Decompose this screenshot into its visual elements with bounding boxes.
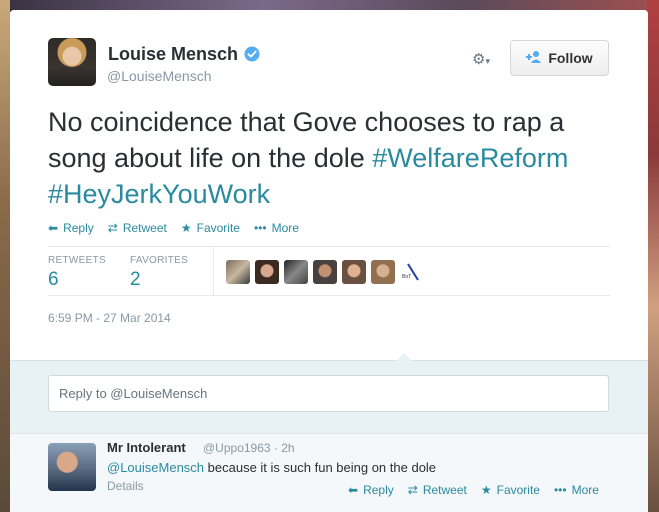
favorite-button[interactable]: ★ Favorite (481, 483, 540, 497)
more-icon: ••• (553, 483, 567, 497)
reply-input[interactable]: Reply to @LouiseMensch (48, 375, 609, 412)
author-handle[interactable]: @LouiseMensch (107, 68, 212, 84)
hashtag-link[interactable]: #HeyJerkYouWork (48, 179, 270, 209)
tweet-text: No coincidence that Gove chooses to rap … (48, 104, 618, 212)
background-photo-left (0, 0, 10, 512)
reply-box-area: Reply to @LouiseMensch (10, 353, 648, 433)
chevron-down-icon: ▾ (485, 56, 490, 66)
favorite-button[interactable]: ★ Favorite (181, 221, 240, 235)
reply-tweet: Mr Intolerant @Uppo1963 · 2h @LouiseMens… (10, 433, 648, 512)
details-link[interactable]: Details (107, 479, 144, 493)
reply-body: because it is such fun being on the dole (207, 460, 437, 475)
more-icon: ••• (253, 221, 267, 235)
tweet-timestamp[interactable]: 6:59 PM - 27 Mar 2014 (48, 311, 171, 325)
reply-author-name[interactable]: Mr Intolerant (107, 440, 186, 455)
reply-notch (396, 353, 412, 361)
tweet-main: Louise Mensch @LouiseMensch ⚙▾ Follow No… (10, 10, 648, 368)
reply-author-avatar[interactable] (48, 443, 96, 491)
user-avatar[interactable] (313, 260, 337, 284)
user-avatar[interactable] (342, 260, 366, 284)
reply-icon: ⬅ (48, 221, 59, 235)
retweet-button[interactable]: ⇄ Retweet (108, 221, 167, 235)
tweet-stats: RETWEETS 6 FAVORITES 2 BoT (48, 246, 610, 296)
reply-author-handle[interactable]: @Uppo1963 · 2h (203, 441, 295, 455)
more-button[interactable]: ••• More (254, 221, 299, 235)
mention-link[interactable]: @LouiseMensch (107, 460, 204, 475)
user-avatar[interactable] (371, 260, 395, 284)
user-avatar[interactable] (255, 260, 279, 284)
more-button[interactable]: ••• More (554, 483, 599, 497)
background-photo-right (647, 0, 659, 512)
svg-text:BoT: BoT (402, 274, 411, 280)
reply-button[interactable]: ⬅ Reply (348, 483, 394, 497)
user-avatar[interactable] (284, 260, 308, 284)
star-icon: ★ (180, 221, 192, 235)
favoriter-avatars: BoT (226, 260, 424, 284)
star-icon: ★ (480, 483, 492, 497)
retweet-icon: ⇄ (407, 483, 418, 497)
tweet-actions: ⬅ Reply ⇄ Retweet ★ Favorite ••• More (48, 219, 299, 237)
tweet-card: Louise Mensch @LouiseMensch ⚙▾ Follow No… (10, 10, 648, 512)
retweets-count[interactable]: 6 (48, 269, 59, 291)
follow-label: Follow (548, 50, 593, 66)
author-name[interactable]: Louise Mensch (108, 44, 238, 65)
follow-button[interactable]: Follow (510, 40, 609, 76)
add-user-icon (526, 50, 542, 67)
user-avatar[interactable]: BoT (400, 260, 424, 284)
favorites-label: FAVORITES (130, 255, 189, 266)
reply-text: @LouiseMensch because it is such fun bei… (107, 460, 436, 475)
author-avatar[interactable] (48, 38, 96, 86)
reply-actions: ⬅ Reply ⇄ Retweet ★ Favorite ••• More (348, 483, 599, 497)
user-avatar[interactable] (226, 260, 250, 284)
verified-badge-icon (244, 46, 260, 62)
gear-icon[interactable]: ⚙▾ (472, 50, 502, 68)
reply-button[interactable]: ⬅ Reply (48, 221, 94, 235)
stats-divider (213, 247, 214, 296)
hashtag-link[interactable]: #WelfareReform (372, 143, 568, 173)
reply-icon: ⬅ (348, 483, 359, 497)
retweet-icon: ⇄ (107, 221, 118, 235)
favorites-count[interactable]: 2 (130, 269, 141, 291)
retweet-button[interactable]: ⇄ Retweet (408, 483, 467, 497)
retweets-label: RETWEETS (48, 255, 106, 266)
